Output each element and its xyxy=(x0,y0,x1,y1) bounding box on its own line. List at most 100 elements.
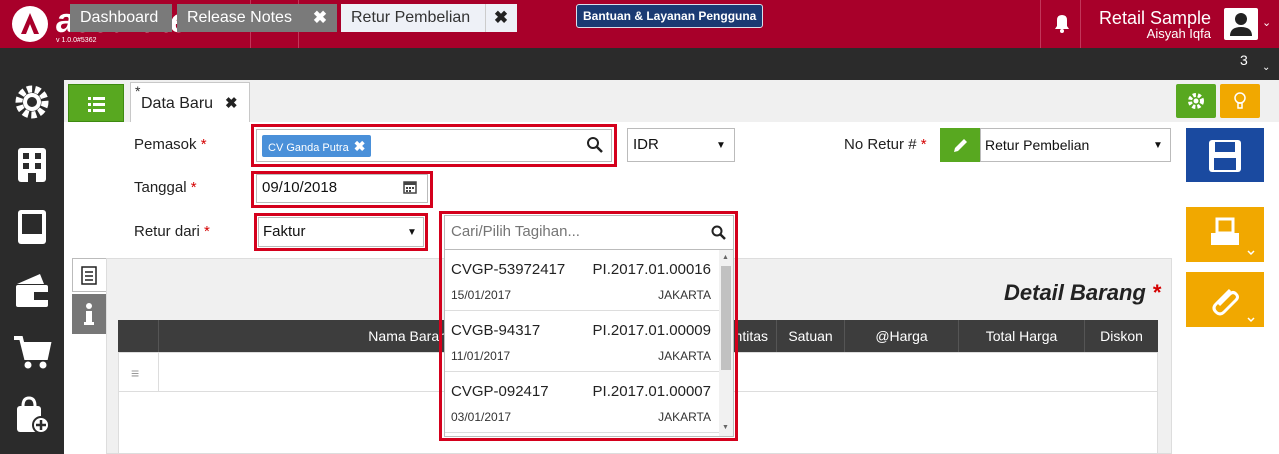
invoice-search-input[interactable] xyxy=(451,223,691,240)
close-icon[interactable]: ✖ xyxy=(305,4,335,32)
attachment-button[interactable] xyxy=(1186,272,1264,327)
caret-down-icon: ▼ xyxy=(716,140,726,151)
retur-dari-select[interactable]: Faktur ▼ xyxy=(258,217,424,247)
settings-button[interactable] xyxy=(1176,84,1216,118)
pemasok-label-text: Pemasok xyxy=(134,136,197,153)
cart-icon[interactable] xyxy=(12,332,52,372)
scroll-up-icon[interactable]: ▲ xyxy=(722,254,729,261)
required-marker: * xyxy=(204,223,210,240)
pemasok-chip[interactable]: CV Ganda Putra ✖ xyxy=(262,135,372,157)
no-retur-select[interactable]: Retur Pembelian ▼ xyxy=(980,128,1171,162)
no-retur-label: No Retur # * xyxy=(844,136,927,153)
invoice-code: CVGP-092417 xyxy=(451,383,549,400)
currency-select[interactable]: IDR ▼ xyxy=(627,128,735,162)
modified-marker: * xyxy=(135,83,141,99)
divider xyxy=(1080,0,1081,48)
invoice-code: CVGP-53972417 xyxy=(451,261,566,278)
invoice-city: JAKARTA xyxy=(658,349,711,363)
app-version: v 1.0.0#5362 xyxy=(56,37,97,44)
settings-gear-icon[interactable] xyxy=(12,82,52,122)
invoice-code: CVGB-94317 xyxy=(451,322,541,339)
required-marker: * xyxy=(1151,280,1161,305)
subtab-label: Data Baru xyxy=(141,95,214,112)
search-icon[interactable] xyxy=(711,225,727,241)
no-retur-label-text: No Retur # xyxy=(844,136,917,153)
currency-value: IDR xyxy=(633,136,659,153)
pemasok-value: CV Ganda Putra xyxy=(268,142,349,154)
invoice-option[interactable]: CVGP-092417 PI.2017.01.00007 03/01/2017 … xyxy=(445,373,719,433)
tanggal-field[interactable]: 09/10/2018 xyxy=(256,174,428,203)
book-icon[interactable] xyxy=(12,206,52,246)
info-tab[interactable] xyxy=(72,294,106,334)
sidebar xyxy=(0,48,64,454)
tab-release-notes[interactable]: Release Notes ✖ xyxy=(177,4,337,32)
pemasok-label: Pemasok * xyxy=(134,136,207,153)
tab-dashboard[interactable]: Dashboard xyxy=(70,4,172,32)
required-marker: * xyxy=(190,179,197,196)
caret-down-icon: ▼ xyxy=(1153,140,1163,151)
tanggal-value: 09/10/2018 xyxy=(262,179,338,196)
invoice-dropdown: CVGP-53972417 PI.2017.01.00016 15/01/201… xyxy=(444,215,734,437)
help-button[interactable]: Bantuan & Layanan Pengguna xyxy=(576,4,764,28)
invoice-number: PI.2017.01.00007 xyxy=(592,383,711,400)
invoice-option[interactable]: CVGP-53972417 PI.2017.01.00016 15/01/201… xyxy=(445,251,719,311)
chevron-down-icon[interactable]: ⌄ xyxy=(1262,62,1270,73)
tab-label: Retur Pembelian xyxy=(351,9,471,26)
invoice-number: PI.2017.01.00009 xyxy=(592,322,711,339)
caret-down-icon: ▼ xyxy=(407,227,417,238)
tanggal-label: Tanggal * xyxy=(134,179,197,196)
tab-data-baru[interactable]: * Data Baru ✖ xyxy=(130,82,250,122)
column-header[interactable]: Diskon xyxy=(1084,320,1158,352)
close-icon[interactable]: ✖ xyxy=(354,138,366,154)
logo-icon xyxy=(12,6,48,42)
invoice-city: JAKARTA xyxy=(658,288,711,302)
tab-bar xyxy=(64,48,1279,80)
divider xyxy=(1040,0,1041,48)
edit-number-button[interactable] xyxy=(940,128,980,162)
column-header xyxy=(118,320,158,352)
calendar-icon[interactable] xyxy=(403,180,417,194)
detail-title-text: Detail Barang xyxy=(1004,280,1146,305)
divider xyxy=(158,353,159,391)
retur-dari-value: Faktur xyxy=(263,223,306,240)
chevron-down-icon[interactable]: ⌄ xyxy=(1262,16,1271,29)
wallet-icon[interactable] xyxy=(12,270,52,310)
invoice-option[interactable]: CVGB-94317 PI.2017.01.00009 11/01/2017 J… xyxy=(445,312,719,372)
column-header[interactable]: @Harga xyxy=(844,320,958,352)
scroll-down-icon[interactable]: ▼ xyxy=(722,424,729,431)
invoice-date: 11/01/2017 xyxy=(451,349,511,363)
detail-tab[interactable] xyxy=(72,258,106,292)
tab-label: Release Notes xyxy=(187,9,292,26)
invoice-number: PI.2017.01.00016 xyxy=(592,261,711,278)
invoice-date: 03/01/2017 xyxy=(451,410,512,424)
drag-handle-icon[interactable]: ≡ xyxy=(131,365,139,381)
lightbulb-button[interactable] xyxy=(1220,84,1260,118)
close-icon[interactable]: ✖ xyxy=(225,94,238,112)
tab-retur-pembelian[interactable]: Retur Pembelian ✖ xyxy=(341,4,517,32)
building-icon[interactable] xyxy=(12,144,52,184)
retur-dari-label-text: Retur dari xyxy=(134,223,200,240)
open-tab-count[interactable]: 3 xyxy=(1240,52,1248,68)
shopping-bag-plus-icon[interactable] xyxy=(12,394,52,434)
detail-title: Detail Barang * xyxy=(1004,280,1161,306)
tanggal-label-text: Tanggal xyxy=(134,179,187,196)
print-button[interactable] xyxy=(1186,207,1264,262)
scrollbar-thumb[interactable] xyxy=(721,266,731,370)
bell-icon[interactable] xyxy=(1046,0,1078,48)
column-header[interactable]: Satuan xyxy=(776,320,844,352)
invoice-city: JAKARTA xyxy=(658,410,711,424)
required-marker: * xyxy=(200,136,207,153)
invoice-date: 15/01/2017 xyxy=(451,288,512,302)
save-button[interactable] xyxy=(1186,128,1264,182)
search-icon[interactable] xyxy=(586,136,604,154)
scrollbar[interactable]: ▲ ▼ xyxy=(719,250,733,436)
user-name[interactable]: Aisyah Iqfa xyxy=(1147,26,1211,41)
no-retur-value: Retur Pembelian xyxy=(985,137,1090,153)
list-view-button[interactable] xyxy=(68,84,124,122)
required-marker: * xyxy=(920,136,927,153)
close-icon[interactable]: ✖ xyxy=(486,4,516,32)
invoice-search xyxy=(445,216,733,250)
retur-dari-label: Retur dari * xyxy=(134,223,210,240)
avatar[interactable] xyxy=(1224,8,1258,40)
column-header[interactable]: Total Harga xyxy=(958,320,1084,352)
